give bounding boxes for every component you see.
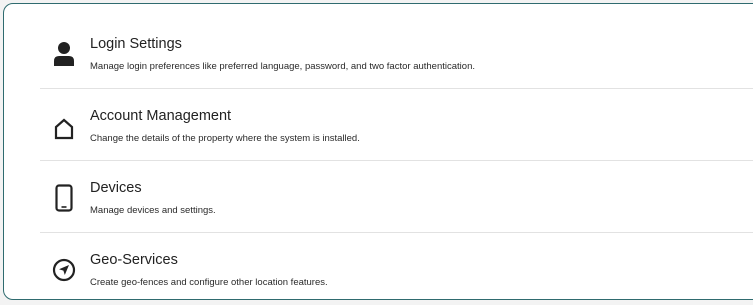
- settings-item-description: Manage devices and settings.: [90, 205, 216, 216]
- settings-item-devices[interactable]: Devices Manage devices and settings.: [4, 164, 753, 236]
- settings-item-description: Change the details of the property where…: [90, 133, 360, 144]
- navigation-icon: [52, 256, 76, 284]
- settings-item-description: Manage login preferences like preferred …: [90, 61, 475, 72]
- settings-panel: Login Settings Manage login preferences …: [3, 3, 753, 300]
- home-icon: [52, 115, 76, 143]
- user-icon: [52, 40, 76, 68]
- settings-item-title: Devices: [90, 180, 142, 196]
- settings-item-login[interactable]: Login Settings Manage login preferences …: [4, 20, 753, 92]
- phone-icon: [52, 184, 76, 212]
- settings-item-title: Geo-Services: [90, 252, 178, 268]
- divider: [40, 232, 753, 233]
- settings-item-description: Create geo-fences and configure other lo…: [90, 277, 328, 288]
- divider: [40, 88, 753, 89]
- settings-item-geo[interactable]: Geo-Services Create geo-fences and confi…: [4, 236, 753, 299]
- settings-item-account[interactable]: Account Management Change the details of…: [4, 92, 753, 164]
- settings-item-title: Login Settings: [90, 36, 182, 52]
- divider: [40, 160, 753, 161]
- settings-item-title: Account Management: [90, 108, 232, 124]
